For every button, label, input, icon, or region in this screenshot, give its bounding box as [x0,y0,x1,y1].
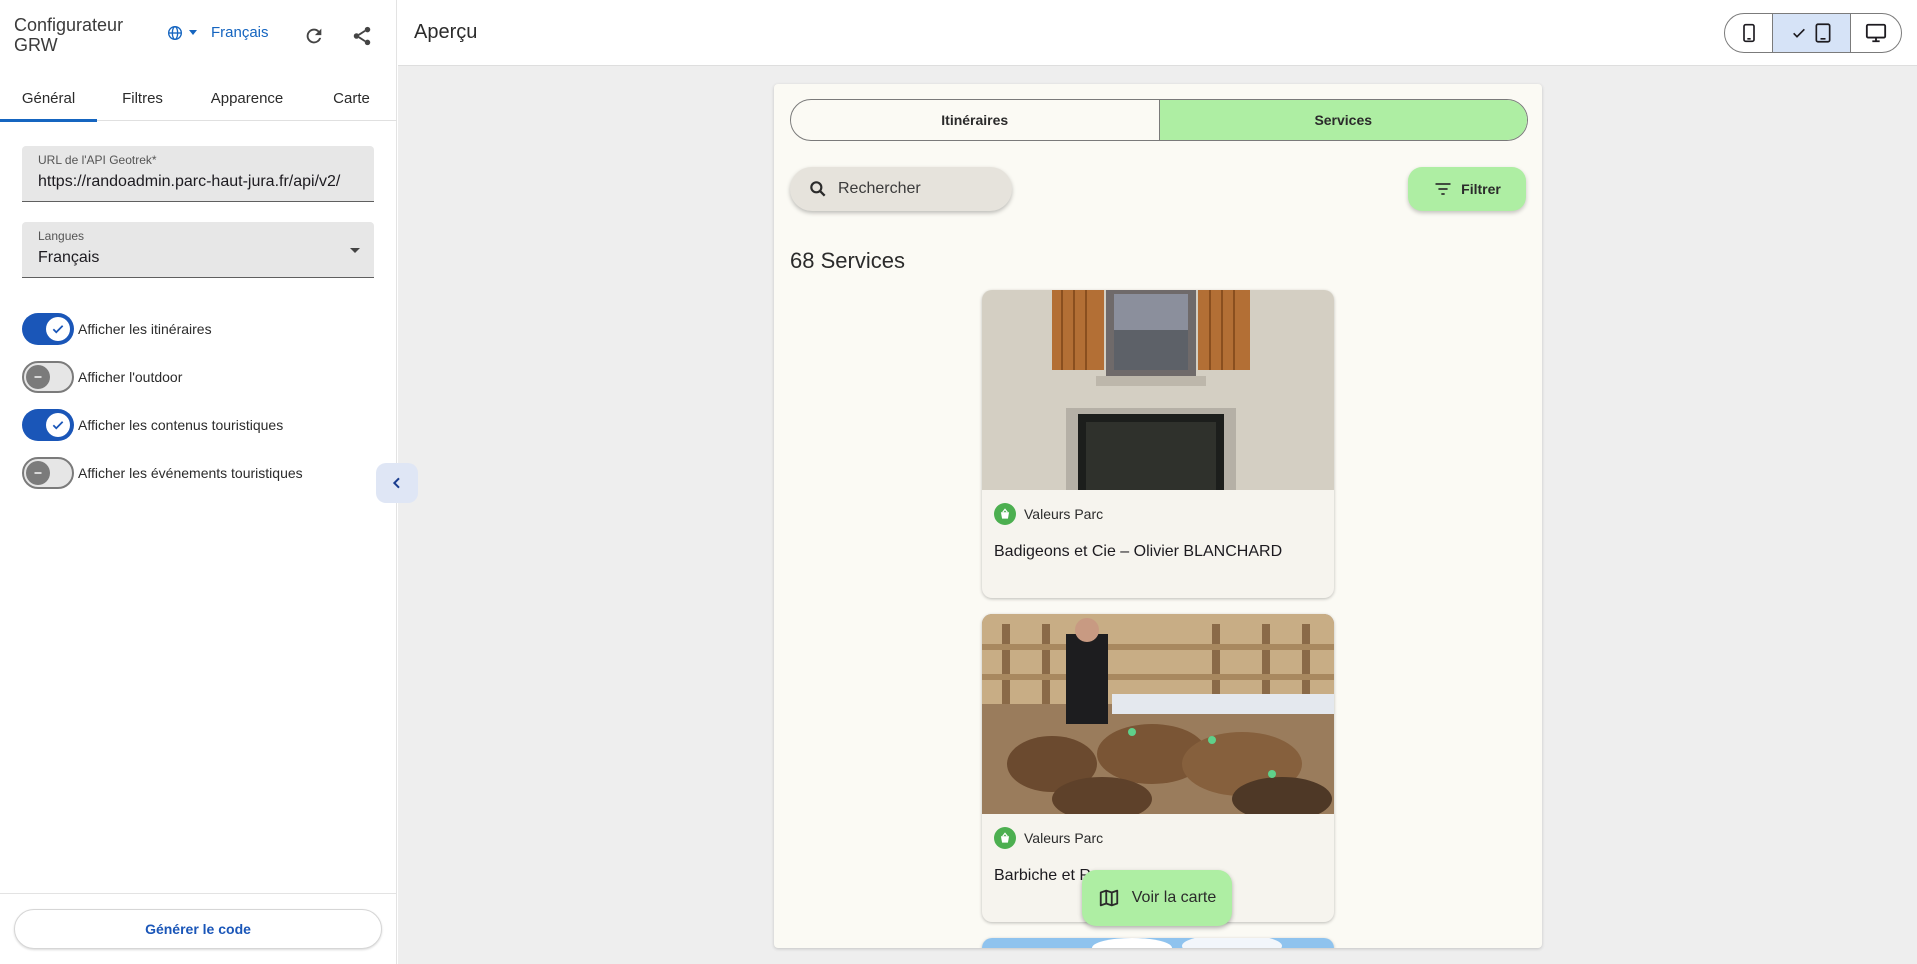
api-url-field[interactable]: URL de l'API Geotrek* https://randoadmin… [22,146,374,202]
api-url-value[interactable]: https://randoadmin.parc-haut-jura.fr/api… [38,173,360,191]
results-count: 68 Services [790,248,905,273]
tablet-icon [1815,23,1830,43]
minus-icon [34,472,42,474]
desktop-icon [1865,23,1887,43]
content-type-switch: Itinéraires Services [790,99,1528,141]
card-image [982,290,1334,490]
toggle-row-outdoor: Afficher l'outdoor [22,361,182,393]
check-icon [1792,28,1805,38]
toggle-row-tourist-events: Afficher les événements touristiques [22,457,303,489]
sidebar-footer: Générer le code [0,893,397,964]
chevron-left-icon [392,477,400,489]
filter-button[interactable]: Filtrer [1408,167,1526,211]
toggle-label: Afficher les itinéraires [78,321,212,337]
device-tablet-button[interactable] [1773,14,1851,52]
collapse-sidebar-button[interactable] [376,463,418,503]
tab-appearance[interactable]: Apparence [188,76,306,121]
toggle-row-itineraries: Afficher les itinéraires [22,313,212,345]
search-bar[interactable]: Rechercher [790,167,1012,211]
device-selector [1724,13,1902,53]
toggle-tourist-contents[interactable] [22,409,74,441]
segment-services[interactable]: Services [1158,100,1527,140]
chevron-down-icon [189,30,197,35]
check-icon [52,325,64,334]
category-badge-icon [994,827,1016,849]
tab-map[interactable]: Carte [306,76,397,121]
minus-icon [34,376,42,378]
map-icon [1099,889,1118,907]
generate-code-button[interactable]: Générer le code [14,909,382,949]
tab-filters[interactable]: Filtres [97,76,188,121]
dropdown-arrow-icon [350,248,360,253]
app-title: Configurateur GRW [14,15,124,55]
filter-label: Filtrer [1461,181,1501,197]
languages-label: Langues [38,229,85,243]
sidebar-header: Configurateur GRW Français [0,0,397,72]
preview-topbar: Aperçu [398,0,1917,66]
toggle-outdoor[interactable] [22,361,74,393]
device-mobile-button[interactable] [1725,14,1773,52]
view-map-button[interactable]: Voir la carte [1082,870,1232,926]
check-icon [52,421,64,430]
api-url-label: URL de l'API Geotrek* [38,153,157,167]
service-card[interactable]: Valeurs Parc Badigeons et Cie – Olivier … [982,290,1334,598]
tab-general[interactable]: Général [0,76,97,122]
smartphone-icon [1742,23,1755,43]
toggle-label: Afficher les événements touristiques [78,465,303,481]
config-sidebar: Configurateur GRW Français Général Filtr… [0,0,397,964]
card-category-label: Valeurs Parc [1024,506,1104,522]
toggle-tourist-events[interactable] [22,457,74,489]
filter-icon [1435,183,1451,195]
search-placeholder: Rechercher [838,180,921,197]
toggle-itineraries[interactable] [22,313,74,345]
refresh-button[interactable] [296,18,332,54]
card-category-label: Valeurs Parc [1024,830,1104,846]
card-image [982,938,1334,948]
language-switch[interactable]: Français [167,24,269,41]
device-desktop-button[interactable] [1851,14,1901,52]
sidebar-tabs: Général Filtres Apparence Carte [0,76,397,122]
toggle-row-tourist-contents: Afficher les contenus touristiques [22,409,283,441]
search-icon [810,181,826,197]
share-icon [353,26,371,46]
card-title: Barbiche et R [994,867,1091,884]
toggle-label: Afficher les contenus touristiques [78,417,284,433]
card-title: Badigeons et Cie – Olivier BLANCHARD [994,543,1283,560]
preview-area: Aperçu Itinéraires Services Rechercher F [398,0,1917,964]
card-category: Valeurs Parc [994,827,1103,849]
widget-preview: Itinéraires Services Rechercher Filtrer … [774,84,1542,948]
card-category: Valeurs Parc [994,503,1103,525]
toggle-label: Afficher l'outdoor [78,369,183,385]
segment-itineraries[interactable]: Itinéraires [791,100,1159,140]
languages-value: Français [38,249,100,266]
share-button[interactable] [344,18,380,54]
globe-icon [168,25,182,40]
languages-select[interactable]: Langues Français [22,222,374,278]
page-title: Aperçu [414,21,478,43]
language-switch-label: Français [211,24,269,41]
card-image [982,614,1334,814]
refresh-icon [306,28,322,44]
service-card[interactable] [982,938,1334,948]
category-badge-icon [994,503,1016,525]
view-map-label: Voir la carte [1131,889,1217,906]
